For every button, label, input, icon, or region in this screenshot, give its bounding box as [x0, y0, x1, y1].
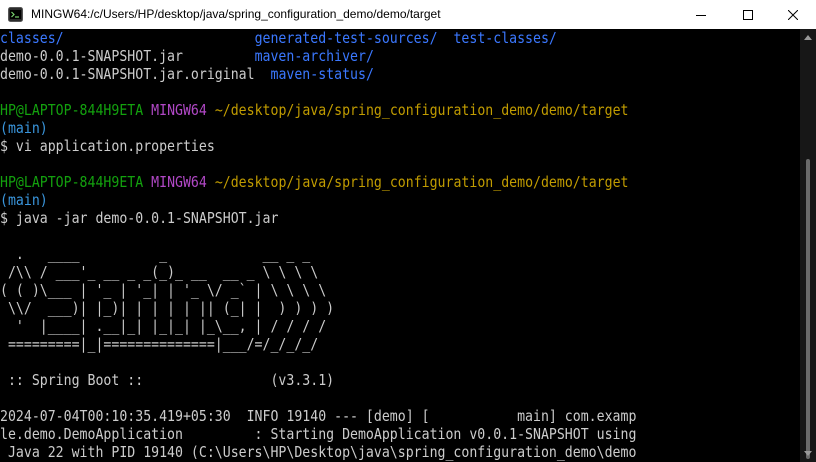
command-line: $ vi application.properties [0, 137, 215, 155]
listing-entry: demo-0.0.1-SNAPSHOT.jar.original [0, 65, 255, 83]
scrollbar-thumb[interactable] [806, 159, 810, 459]
spring-banner-line: ( ( )\___ | '_ | '_| | '_ \/ _` | \ \ \ … [0, 281, 327, 299]
spring-banner-line: \\/ ___)| |_)| | | | | || (_| | ) ) ) ) [0, 299, 335, 317]
close-icon [788, 9, 798, 20]
prompt-path: ~/desktop/java/spring_configuration_demo… [214, 173, 629, 191]
spring-banner-line [0, 227, 696, 245]
window-title-bar[interactable]: MINGW64:/c/Users/HP/desktop/java/spring_… [0, 0, 816, 29]
listing-entry: classes/ [0, 29, 64, 47]
maximize-button[interactable] [725, 0, 771, 29]
spring-banner-line: . ____ _ __ _ _ [0, 245, 311, 263]
mingw-terminal-icon [8, 7, 23, 22]
window-title: MINGW64:/c/Users/HP/desktop/java/spring_… [31, 7, 441, 21]
listing-row: demo-0.0.1-SNAPSHOT.jar maven-archiver/ [0, 47, 696, 65]
prompt-line: HP@LAPTOP-844H9ETA MINGW64 ~/desktop/jav… [0, 173, 696, 191]
minimize-button[interactable] [678, 0, 724, 29]
spring-banner-line [0, 353, 696, 371]
spring-banner-line: =========|_|==============|___/=/_/_/_/ [0, 335, 319, 353]
log-line: Java 22 with PID 19140 (C:\Users\HP\Desk… [0, 443, 637, 461]
log-line: 2024-07-04T00:10:35.419+05:30 INFO 19140… [0, 407, 637, 425]
scroll-up-icon[interactable] [804, 35, 812, 40]
log-line: le.demo.DemoApplication : Starting DemoA… [0, 425, 637, 443]
vertical-scrollbar[interactable] [800, 29, 816, 462]
prompt-user: HP@LAPTOP-844H9ETA [0, 101, 144, 119]
prompt-path: ~/desktop/java/spring_configuration_demo… [214, 101, 629, 119]
listing-entry: maven-status/ [270, 65, 374, 83]
maximize-icon [743, 9, 753, 20]
prompt-user: HP@LAPTOP-844H9ETA [0, 173, 144, 191]
listing-row: demo-0.0.1-SNAPSHOT.jar.original maven-s… [0, 65, 696, 83]
minimize-icon [696, 10, 706, 20]
listing-entry: maven-archiver/ [254, 47, 374, 65]
prompt-branch: (main) [0, 191, 48, 209]
prompt-branch: (main) [0, 119, 48, 137]
terminal-output[interactable]: classes/ generated-test-sources/ test-cl… [0, 29, 800, 462]
prompt-env: MINGW64 [151, 173, 207, 191]
command-line: $ java -jar demo-0.0.1-SNAPSHOT.jar [0, 209, 279, 227]
spring-banner-line: ' |____| .__|_| |_|_| |_\__, | / / / / [0, 317, 327, 335]
spring-banner-line: /\\ / ___'_ __ _ _(_)_ __ __ _ \ \ \ \ [0, 263, 319, 281]
close-button[interactable] [770, 0, 816, 29]
listing-entry: generated-test-sources/ [254, 29, 438, 47]
listing-entry: test-classes/ [453, 29, 557, 47]
listing-entry: demo-0.0.1-SNAPSHOT.jar [0, 47, 183, 65]
prompt-line: HP@LAPTOP-844H9ETA MINGW64 ~/desktop/jav… [0, 101, 696, 119]
prompt-env: MINGW64 [151, 101, 207, 119]
spring-boot-version: :: Spring Boot :: (v3.3.1) [0, 371, 335, 389]
listing-row: classes/ generated-test-sources/ test-cl… [0, 29, 696, 47]
scroll-down-icon[interactable] [804, 451, 812, 456]
